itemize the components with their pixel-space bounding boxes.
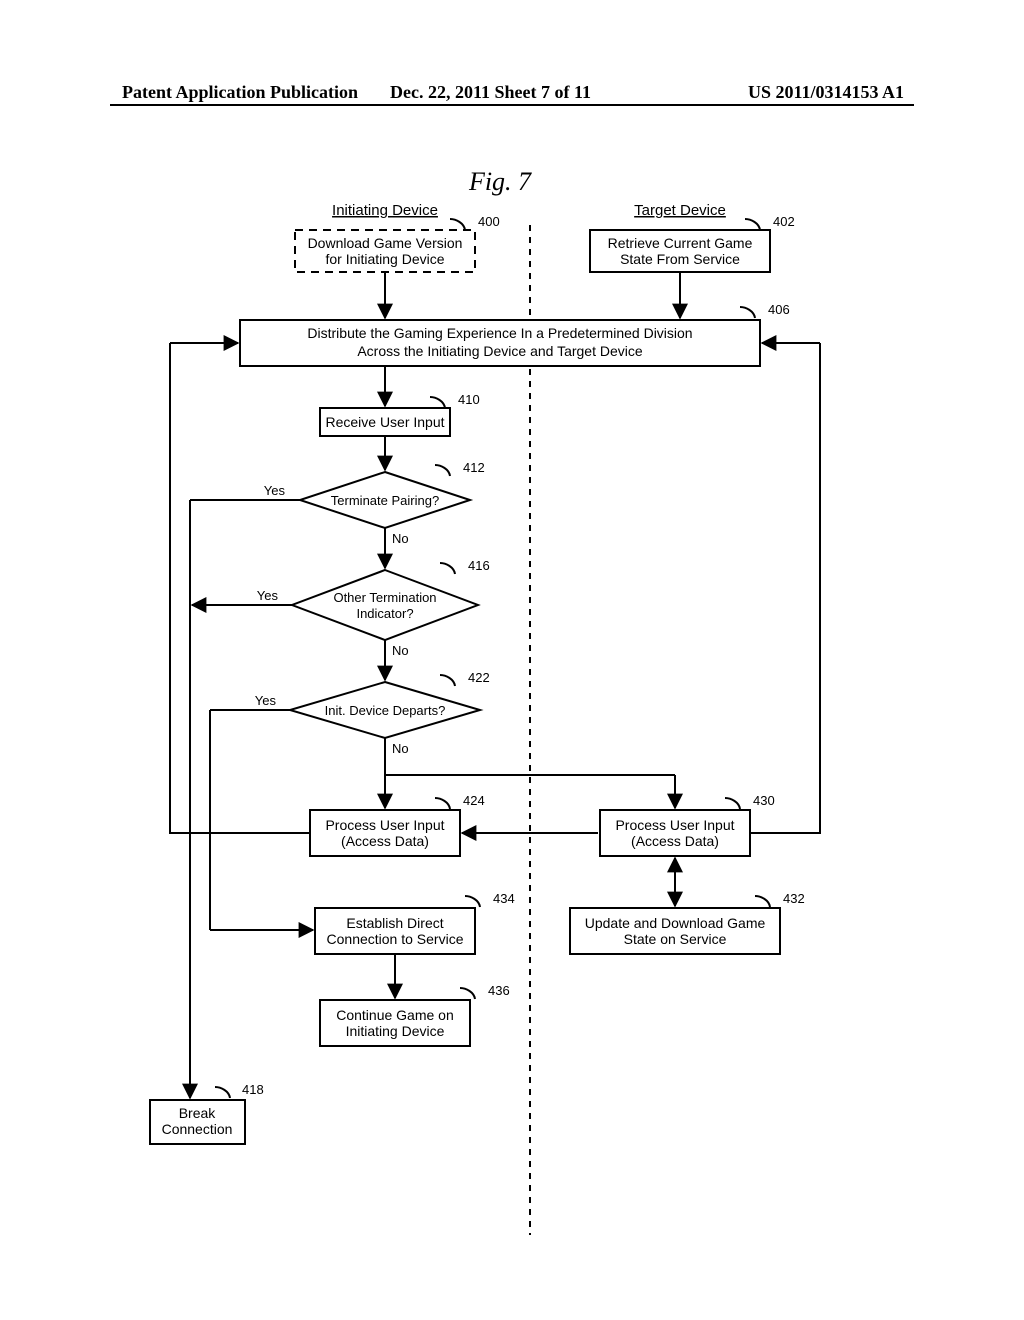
ref-436: 436 [488, 983, 510, 998]
box-434-line2: Connection to Service [327, 931, 464, 947]
box-416-line1: Other Termination [333, 590, 436, 605]
box-400-line2: for Initiating Device [325, 251, 444, 267]
box-406-line2: Across the Initiating Device and Target … [357, 343, 643, 359]
col-initiating: Initiating Device [332, 202, 438, 219]
box-424-line1: Process User Input [325, 817, 444, 833]
box-424-line2: (Access Data) [341, 833, 429, 849]
box-416-line2: Indicator? [356, 606, 413, 621]
label-412-no: No [392, 531, 409, 546]
label-412-yes: Yes [264, 483, 286, 498]
page-header: Patent Application Publication Dec. 22, … [0, 82, 1024, 103]
header-left: Patent Application Publication [122, 82, 358, 103]
ref-424: 424 [463, 793, 485, 808]
ref-412: 412 [463, 460, 485, 475]
flowchart: Fig. 7 Initiating Device Target Device D… [120, 160, 880, 1240]
label-422-yes: Yes [255, 693, 277, 708]
box-436-line1: Continue Game on [336, 1007, 454, 1023]
ref-422: 422 [468, 670, 490, 685]
box-422-line1: Init. Device Departs? [325, 703, 446, 718]
header-right: US 2011/0314153 A1 [748, 82, 904, 103]
ref-410: 410 [458, 392, 480, 407]
box-412-line1: Terminate Pairing? [331, 493, 439, 508]
ref-434: 434 [493, 891, 515, 906]
ref-416: 416 [468, 558, 490, 573]
ref-402: 402 [773, 214, 795, 229]
box-400-line1: Download Game Version [308, 235, 463, 251]
ref-430: 430 [753, 793, 775, 808]
figure-title: Fig. 7 [468, 167, 532, 196]
col-target: Target Device [634, 202, 726, 219]
box-430-line1: Process User Input [615, 817, 734, 833]
box-418-line1: Break [179, 1105, 217, 1121]
box-402-line1: Retrieve Current Game [608, 235, 753, 251]
header-center: Dec. 22, 2011 Sheet 7 of 11 [390, 82, 591, 103]
box-434-line1: Establish Direct [346, 915, 443, 931]
box-430-line2: (Access Data) [631, 833, 719, 849]
box-402-line2: State From Service [620, 251, 740, 267]
box-436-line2: Initiating Device [346, 1023, 445, 1039]
ref-406: 406 [768, 302, 790, 317]
box-406-line1: Distribute the Gaming Experience In a Pr… [307, 325, 692, 341]
header-rule [110, 104, 914, 106]
page: Patent Application Publication Dec. 22, … [0, 0, 1024, 1320]
label-422-no: No [392, 741, 409, 756]
ref-432: 432 [783, 891, 805, 906]
box-418-line2: Connection [162, 1121, 233, 1137]
label-416-yes: Yes [257, 588, 279, 603]
ref-400: 400 [478, 214, 500, 229]
label-416-no: No [392, 643, 409, 658]
ref-418: 418 [242, 1082, 264, 1097]
box-410-line1: Receive User Input [325, 414, 444, 430]
box-432-line1: Update and Download Game [585, 915, 766, 931]
box-432-line2: State on Service [624, 931, 727, 947]
